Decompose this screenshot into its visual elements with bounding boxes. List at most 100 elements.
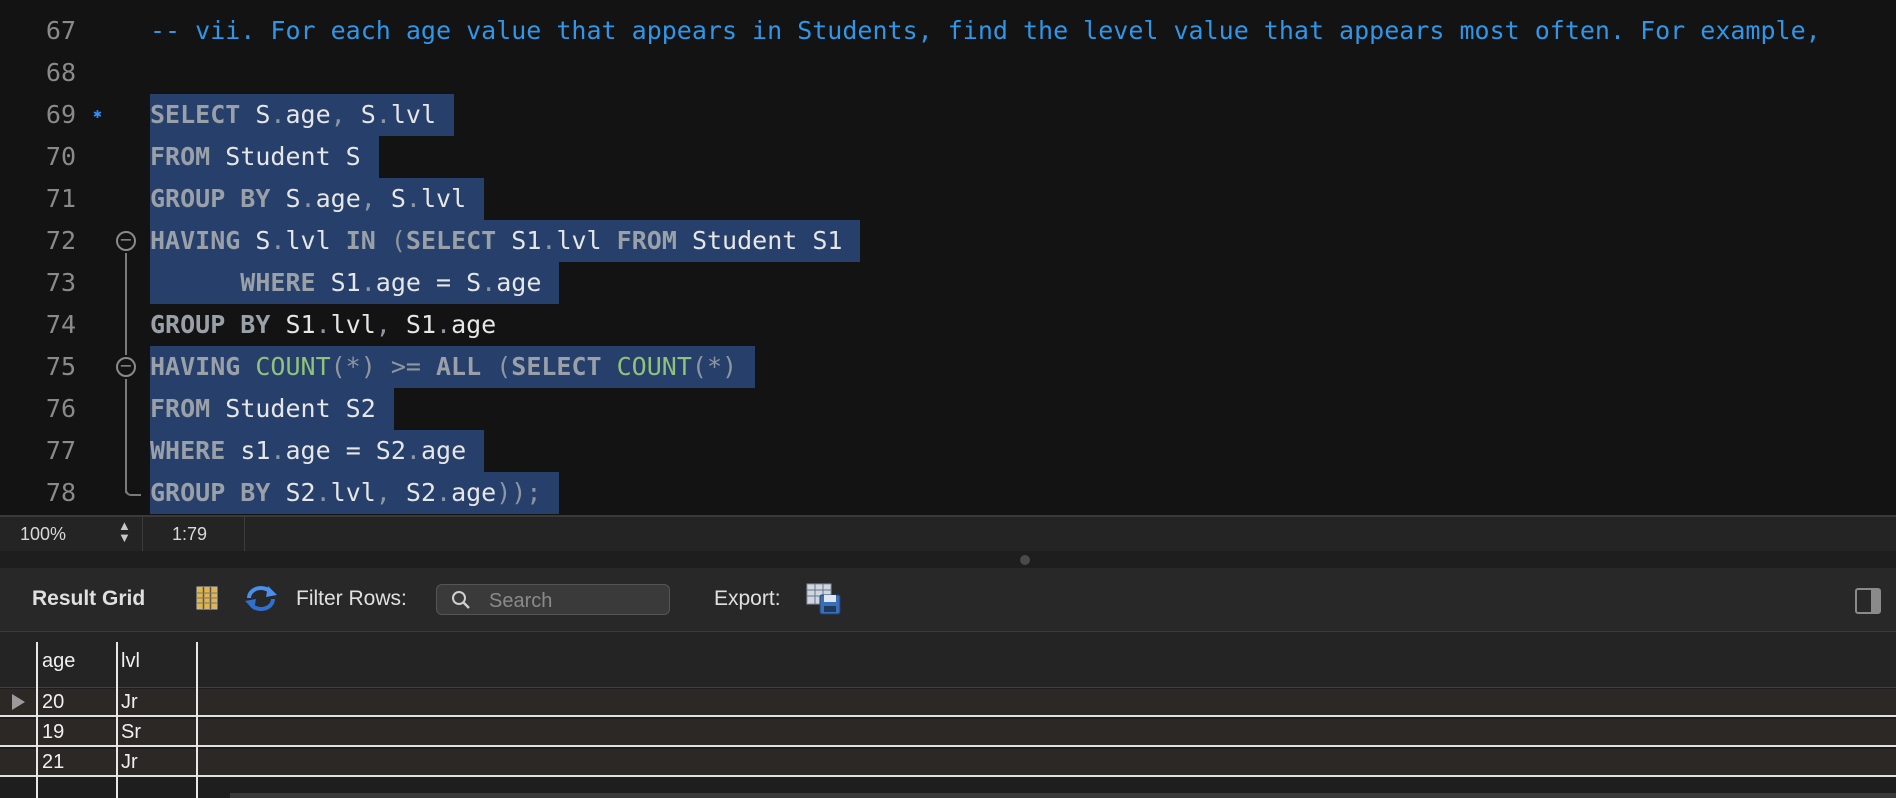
grid-view-icon[interactable] bbox=[196, 586, 218, 610]
code-token: Student S1 bbox=[676, 226, 843, 255]
filter-search-box[interactable] bbox=[436, 584, 670, 615]
fold-guide-line bbox=[125, 253, 127, 355]
filter-rows-label: Filter Rows: bbox=[296, 587, 407, 610]
code-token: age bbox=[420, 436, 467, 465]
code-token: age bbox=[315, 184, 361, 213]
code-token: . bbox=[360, 268, 376, 297]
table-row[interactable]: 19 Sr bbox=[0, 719, 1896, 747]
line-number: 71 bbox=[45, 184, 76, 213]
code-text[interactable]: -- vii. For each age value that appears … bbox=[150, 10, 1839, 52]
code-line[interactable]: 78 GROUP BY S2.lvl, S2.age)); bbox=[0, 472, 1896, 514]
code-line[interactable]: 74 GROUP BY S1.lvl, S1.age bbox=[0, 304, 1896, 346]
code-line[interactable]: 70 FROM Student S bbox=[0, 136, 1896, 178]
horizontal-scrollbar[interactable] bbox=[230, 793, 1896, 798]
cursor-position: 1:79 bbox=[172, 524, 208, 544]
code-token: S2 bbox=[270, 478, 316, 507]
zoom-stepper-icon[interactable]: ▲ ▼ bbox=[118, 519, 131, 544]
code-token: . bbox=[541, 226, 557, 255]
code-token: lvl bbox=[285, 226, 346, 255]
line-number: 69 bbox=[45, 100, 76, 129]
code-token: ( bbox=[481, 352, 512, 381]
zoom-level[interactable]: 100% bbox=[20, 524, 66, 545]
code-token: -- vii. For each age value that appears … bbox=[150, 16, 1821, 45]
cell-age[interactable]: 20 bbox=[42, 691, 64, 714]
grid-column-divider bbox=[196, 642, 198, 798]
code-token: SELECT bbox=[511, 352, 602, 381]
fold-guide-line bbox=[125, 482, 141, 496]
result-grid-title: Result Grid bbox=[32, 587, 146, 610]
selected-code-text[interactable]: HAVING COUNT(*) >= ALL (SELECT COUNT(*) bbox=[150, 346, 756, 388]
statement-marker-icon[interactable]: ✱ bbox=[91, 107, 104, 121]
selected-code-text[interactable]: FROM Student S2 bbox=[150, 388, 394, 430]
cell-age[interactable]: 21 bbox=[42, 751, 64, 774]
code-token: HAVING bbox=[150, 352, 241, 381]
code-token: S2 bbox=[390, 478, 437, 507]
code-token: (*) bbox=[691, 352, 738, 381]
panel-toggle-icon[interactable] bbox=[1855, 588, 1881, 614]
code-line[interactable]: 67 -- vii. For each age value that appear… bbox=[0, 10, 1896, 52]
code-token: GROUP BY bbox=[150, 184, 271, 213]
code-token: . bbox=[315, 478, 331, 507]
code-line[interactable]: 75 HAVING COUNT(*) >= ALL (SELECT COUNT(*… bbox=[0, 346, 1896, 388]
table-row[interactable]: 20 Jr bbox=[0, 689, 1896, 717]
code-line[interactable]: 69 SELECT S.age, S.lvl ✱ bbox=[0, 94, 1896, 136]
grid-column-divider bbox=[116, 642, 118, 798]
code-token: . bbox=[405, 436, 421, 465]
code-line[interactable]: 77 WHERE s1.age = S2.age bbox=[0, 430, 1896, 472]
code-text[interactable]: GROUP BY S1.lvl, S1.age bbox=[150, 304, 514, 346]
code-token: , bbox=[375, 310, 391, 339]
selected-code-text[interactable]: WHERE S1.age = S.age bbox=[150, 262, 560, 304]
code-line[interactable]: 76 FROM Student S2 bbox=[0, 388, 1896, 430]
code-token: age bbox=[285, 100, 331, 129]
code-token: COUNT bbox=[240, 352, 331, 381]
code-line[interactable]: 72 HAVING S.lvl IN (SELECT S1.lvl FROM St… bbox=[0, 220, 1896, 262]
export-icon[interactable] bbox=[806, 583, 842, 615]
line-number: 78 bbox=[45, 478, 76, 507]
search-input[interactable] bbox=[487, 588, 661, 614]
cell-lvl[interactable]: Jr bbox=[121, 691, 138, 714]
refresh-icon[interactable] bbox=[244, 583, 278, 613]
fold-collapse-icon[interactable]: − bbox=[116, 231, 136, 251]
code-line[interactable]: 68 bbox=[0, 52, 1896, 94]
code-token: WHERE bbox=[150, 268, 316, 297]
line-number: 75 bbox=[45, 352, 76, 381]
cell-age[interactable]: 19 bbox=[42, 721, 64, 744]
selected-code-text[interactable]: WHERE s1.age = S2.age bbox=[150, 430, 485, 472]
code-token: S bbox=[270, 184, 301, 213]
line-number: 70 bbox=[45, 142, 76, 171]
cell-lvl[interactable]: Jr bbox=[121, 751, 138, 774]
code-line[interactable]: 73 WHERE S1.age = S.age bbox=[0, 262, 1896, 304]
code-token: lvl bbox=[556, 226, 617, 255]
code-token: COUNT bbox=[601, 352, 692, 381]
code-token: ALL bbox=[436, 352, 482, 381]
code-token: Student S2 bbox=[210, 394, 376, 423]
selected-code-text[interactable]: GROUP BY S.age, S.lvl bbox=[150, 178, 485, 220]
code-token: WHERE bbox=[150, 436, 226, 465]
line-number: 73 bbox=[45, 268, 76, 297]
code-token: . bbox=[405, 184, 421, 213]
code-token: , bbox=[330, 100, 346, 129]
sql-editor[interactable]: 67 -- vii. For each age value that appear… bbox=[0, 0, 1896, 515]
code-line[interactable]: 71 GROUP BY S.age, S.lvl bbox=[0, 178, 1896, 220]
code-token: lvl bbox=[330, 478, 376, 507]
table-row[interactable]: 21 Jr bbox=[0, 749, 1896, 777]
selected-code-text[interactable]: FROM Student S bbox=[150, 136, 379, 178]
result-grid: age lvl 20 Jr 19 Sr 21 Jr bbox=[0, 632, 1896, 798]
column-header-lvl[interactable]: lvl bbox=[121, 650, 140, 673]
search-icon bbox=[452, 591, 470, 609]
selected-code-text[interactable]: SELECT S.age, S.lvl bbox=[150, 94, 455, 136]
code-token: S bbox=[375, 184, 406, 213]
splitter-handle-icon[interactable] bbox=[1020, 555, 1030, 565]
grid-column-divider bbox=[36, 642, 38, 798]
fold-guide-line bbox=[125, 379, 127, 493]
fold-collapse-icon[interactable]: − bbox=[116, 357, 136, 377]
cell-lvl[interactable]: Sr bbox=[121, 721, 141, 744]
panel-splitter[interactable] bbox=[0, 551, 1896, 568]
code-token: age = S bbox=[375, 268, 482, 297]
selected-code-text[interactable]: GROUP BY S2.lvl, S2.age)); bbox=[150, 472, 560, 514]
code-token: S1 bbox=[390, 310, 437, 339]
code-token: GROUP BY bbox=[150, 478, 271, 507]
code-token: age bbox=[451, 310, 497, 339]
selected-code-text[interactable]: HAVING S.lvl IN (SELECT S1.lvl FROM Stud… bbox=[150, 220, 861, 262]
column-header-age[interactable]: age bbox=[42, 650, 75, 673]
